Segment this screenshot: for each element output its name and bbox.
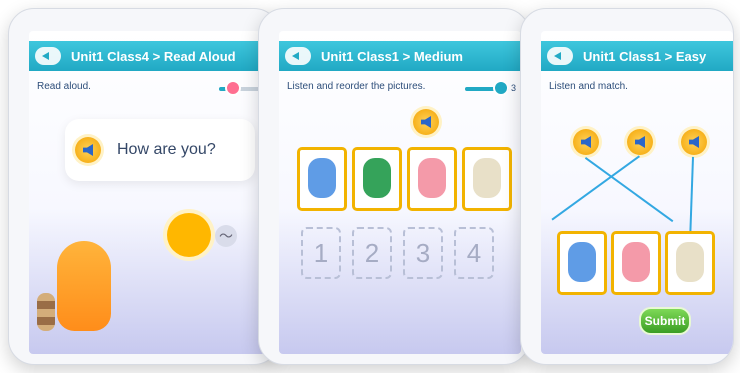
answer-slot-1[interactable]: 1 — [301, 227, 341, 279]
instruction-text: Read aloud. — [37, 81, 91, 92]
tablet-read-aloud: Unit1 Class4 > Read Aloud Read aloud. Ho… — [8, 8, 280, 365]
picture-card-2[interactable] — [352, 147, 402, 211]
page-title: Unit1 Class1 > Easy — [583, 49, 707, 64]
header-bar: Unit1 Class1 > Medium — [279, 41, 521, 71]
header-bar: Unit1 Class1 > Easy — [541, 41, 733, 71]
answer-slot-2[interactable]: 2 — [352, 227, 392, 279]
screen-read-aloud: Unit1 Class4 > Read Aloud Read aloud. Ho… — [29, 31, 271, 354]
picture-card-1[interactable] — [297, 147, 347, 211]
instruction-text: Listen and reorder the pictures. — [287, 81, 426, 92]
prompt-card: How are you? — [65, 119, 255, 181]
tablet-reorder: Unit1 Class1 > Medium Listen and reorder… — [258, 8, 530, 365]
tablet-match: Unit1 Class1 > Easy Listen and match. Su… — [520, 8, 734, 365]
sound-wave-icon[interactable]: 〜 — [215, 225, 237, 247]
picture-card-3[interactable] — [407, 147, 457, 211]
instruction-text: Listen and match. — [549, 81, 628, 92]
page-title: Unit1 Class4 > Read Aloud — [71, 49, 236, 64]
back-arrow-icon[interactable] — [35, 47, 61, 65]
answer-slot-3[interactable]: 3 — [403, 227, 443, 279]
page-title: Unit1 Class1 > Medium — [321, 49, 463, 64]
microphone-icon[interactable] — [167, 213, 211, 257]
beaver-character — [57, 241, 111, 331]
speaker-icon[interactable] — [413, 109, 439, 135]
answer-slot-4[interactable]: 4 — [454, 227, 494, 279]
back-arrow-icon[interactable] — [547, 47, 573, 65]
header-bar: Unit1 Class4 > Read Aloud — [29, 41, 271, 71]
progress-knob — [493, 80, 509, 96]
screen-reorder: Unit1 Class1 > Medium Listen and reorder… — [279, 31, 521, 354]
speaker-icon[interactable] — [627, 129, 653, 155]
prompt-text: How are you? — [117, 141, 216, 158]
back-arrow-icon[interactable] — [285, 47, 311, 65]
submit-button[interactable]: Submit — [639, 307, 691, 335]
picture-card-2[interactable] — [611, 231, 661, 295]
screen-match: Unit1 Class1 > Easy Listen and match. Su… — [541, 31, 733, 354]
beaver-tail — [37, 293, 55, 331]
speaker-icon[interactable] — [573, 129, 599, 155]
progress-label: 3 — [511, 83, 517, 93]
picture-card-4[interactable] — [462, 147, 512, 211]
picture-card-1[interactable] — [557, 231, 607, 295]
speaker-icon[interactable] — [75, 137, 101, 163]
speaker-icon[interactable] — [681, 129, 707, 155]
progress-knob — [225, 80, 241, 96]
match-line — [584, 157, 674, 223]
picture-card-3[interactable] — [665, 231, 715, 295]
